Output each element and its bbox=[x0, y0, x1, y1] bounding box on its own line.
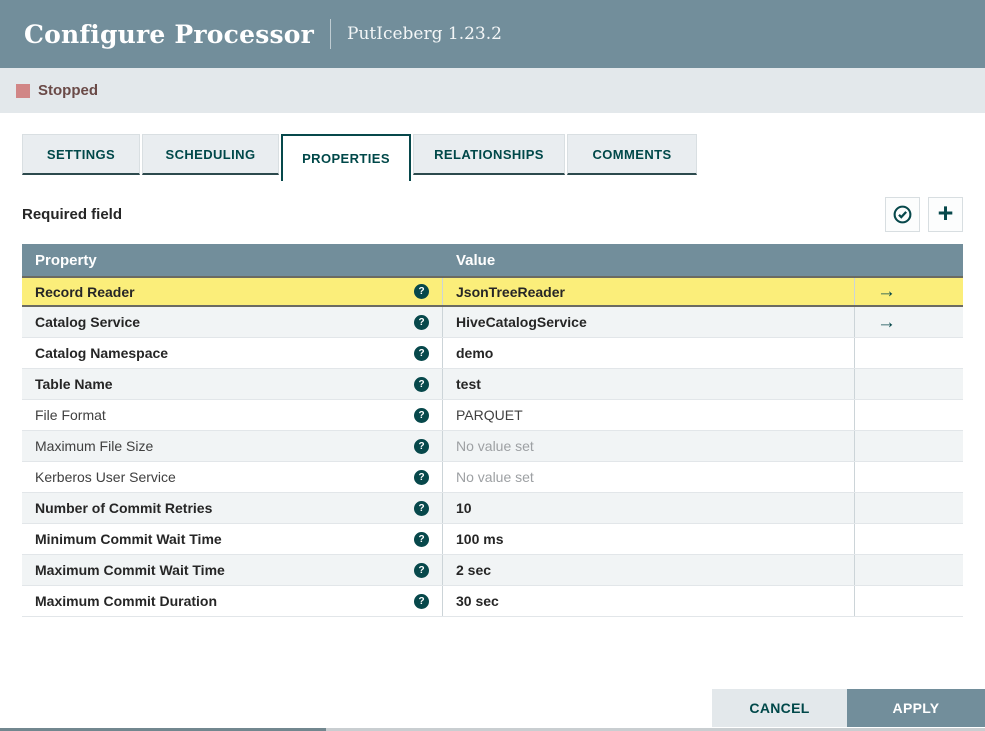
status-label: Stopped bbox=[38, 82, 98, 99]
help-icon[interactable]: ? bbox=[414, 593, 429, 609]
help-icon[interactable]: ? bbox=[414, 500, 429, 516]
dialog-footer: CANCEL APPLY bbox=[712, 689, 985, 727]
property-name: Maximum File Size bbox=[35, 438, 154, 454]
tab-settings[interactable]: SETTINGS bbox=[22, 134, 140, 175]
property-value[interactable]: 10 bbox=[456, 500, 472, 516]
processor-type-version: PutIceberg 1.23.2 bbox=[347, 24, 502, 44]
go-to-service-icon[interactable]: → bbox=[877, 313, 896, 332]
column-header-property: Property bbox=[35, 251, 97, 269]
tab-scheduling[interactable]: SCHEDULING bbox=[142, 134, 279, 175]
dialog-header: Configure Processor PutIceberg 1.23.2 bbox=[0, 0, 985, 68]
status-bar: Stopped bbox=[0, 68, 985, 113]
help-icon[interactable]: ? bbox=[414, 284, 429, 299]
property-value[interactable]: 2 sec bbox=[456, 562, 491, 578]
property-row[interactable]: Kerberos User Service ? No value set bbox=[22, 462, 963, 493]
help-icon[interactable]: ? bbox=[414, 345, 429, 361]
tab-comments[interactable]: COMMENTS bbox=[567, 134, 697, 175]
stopped-status-icon bbox=[16, 83, 30, 98]
table-header-row: Property Value bbox=[22, 244, 963, 276]
property-value[interactable]: demo bbox=[456, 345, 493, 361]
property-name: Maximum Commit Wait Time bbox=[35, 562, 225, 578]
checkmark-circle-icon bbox=[892, 204, 913, 225]
property-row[interactable]: Catalog Service ? HiveCatalogService → bbox=[22, 307, 963, 338]
property-row[interactable]: Catalog Namespace ? demo bbox=[22, 338, 963, 369]
property-name: Catalog Service bbox=[35, 314, 141, 330]
help-icon[interactable]: ? bbox=[414, 407, 429, 423]
tab-relationships[interactable]: RELATIONSHIPS bbox=[413, 134, 565, 175]
help-icon[interactable]: ? bbox=[414, 531, 429, 547]
title-divider bbox=[330, 19, 332, 49]
go-to-service-icon[interactable]: → bbox=[877, 282, 896, 301]
property-value[interactable]: No value set bbox=[456, 438, 534, 454]
property-row[interactable]: File Format ? PARQUET bbox=[22, 400, 963, 431]
property-row[interactable]: Number of Commit Retries ? 10 bbox=[22, 493, 963, 524]
column-header-value: Value bbox=[456, 251, 496, 269]
properties-table: Property Value Record Reader ? JsonTreeR… bbox=[22, 244, 963, 617]
help-icon[interactable]: ? bbox=[414, 314, 429, 330]
property-name: Table Name bbox=[35, 376, 113, 392]
property-row[interactable]: Table Name ? test bbox=[22, 369, 963, 400]
property-name: Minimum Commit Wait Time bbox=[35, 531, 222, 547]
property-value[interactable]: JsonTreeReader bbox=[456, 284, 565, 300]
property-value[interactable]: HiveCatalogService bbox=[456, 314, 587, 330]
property-row[interactable]: Record Reader ? JsonTreeReader → bbox=[22, 276, 963, 307]
apply-button[interactable]: APPLY bbox=[847, 689, 985, 727]
property-value[interactable]: 100 ms bbox=[456, 531, 503, 547]
property-name: Number of Commit Retries bbox=[35, 500, 213, 516]
help-icon[interactable]: ? bbox=[414, 469, 429, 485]
tab-bar: SETTINGS SCHEDULING PROPERTIES RELATIONS… bbox=[22, 134, 963, 181]
help-icon[interactable]: ? bbox=[414, 376, 429, 392]
table-body: Record Reader ? JsonTreeReader → Catalog… bbox=[22, 276, 963, 617]
property-name: Catalog Namespace bbox=[35, 345, 169, 361]
help-icon[interactable]: ? bbox=[414, 562, 429, 578]
property-row[interactable]: Maximum Commit Wait Time ? 2 sec bbox=[22, 555, 963, 586]
property-row[interactable]: Maximum Commit Duration ? 30 sec bbox=[22, 586, 963, 617]
property-value[interactable]: test bbox=[456, 376, 481, 392]
properties-toolbar: Required field + bbox=[22, 197, 963, 232]
help-icon[interactable]: ? bbox=[414, 438, 429, 454]
property-name: Maximum Commit Duration bbox=[35, 593, 218, 609]
plus-icon: + bbox=[937, 197, 954, 228]
dialog-title: Configure Processor bbox=[24, 19, 315, 49]
cancel-button[interactable]: CANCEL bbox=[712, 689, 847, 727]
add-property-button[interactable]: + bbox=[928, 197, 963, 232]
property-row[interactable]: Maximum File Size ? No value set bbox=[22, 431, 963, 462]
property-value[interactable]: PARQUET bbox=[456, 407, 523, 423]
property-name: Record Reader bbox=[35, 283, 135, 300]
property-value[interactable]: No value set bbox=[456, 469, 534, 485]
tab-properties[interactable]: PROPERTIES bbox=[281, 134, 411, 181]
property-value[interactable]: 30 sec bbox=[456, 593, 499, 609]
verify-properties-button[interactable] bbox=[885, 197, 920, 232]
property-name: Kerberos User Service bbox=[35, 469, 176, 485]
required-field-label: Required field bbox=[22, 206, 123, 223]
toolbar-buttons: + bbox=[885, 197, 963, 232]
property-row[interactable]: Minimum Commit Wait Time ? 100 ms bbox=[22, 524, 963, 555]
property-name: File Format bbox=[35, 407, 106, 423]
